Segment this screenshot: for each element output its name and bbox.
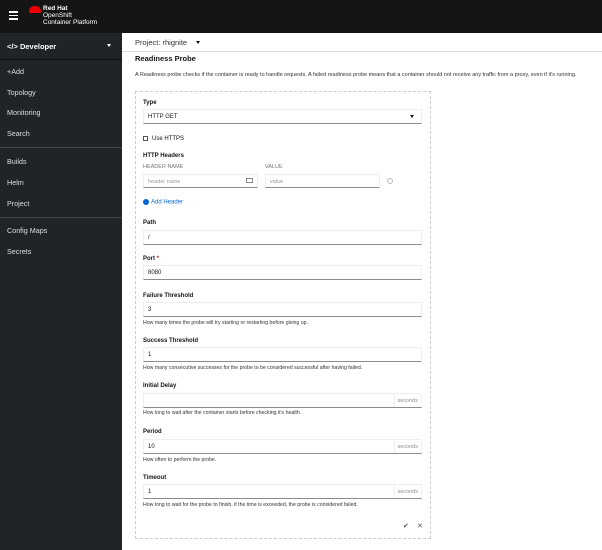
plus-circle-icon (143, 199, 149, 205)
sidebar-item-add[interactable]: +Add (7, 67, 24, 76)
port-label-text: Port (143, 256, 155, 262)
initial-delay-input[interactable]: seconds (143, 393, 422, 408)
code-icon: </> (7, 42, 20, 51)
failure-threshold-help: How many times the probe will try starti… (143, 320, 308, 326)
seconds-unit: seconds (393, 394, 422, 407)
add-header-label: Add Header (151, 199, 184, 206)
http-headers-label: HTTP Headers (143, 153, 184, 159)
cancel-close-icon[interactable]: ✕ (417, 522, 423, 530)
header-value-input[interactable]: value (265, 174, 380, 188)
keyboard-icon (246, 178, 253, 183)
seconds-unit: seconds (393, 485, 422, 498)
value-column: VALUE (265, 164, 283, 170)
brand-line2: OpenShift (43, 12, 72, 19)
caret-down-icon (196, 40, 201, 46)
sidebar-item-helm[interactable]: Helm (7, 178, 24, 187)
type-value: HTTP GET (148, 114, 178, 120)
brand-line1: Red Hat (43, 5, 68, 12)
timeout-label: Timeout (143, 475, 167, 481)
remove-header-icon[interactable] (387, 178, 393, 184)
perspective-switcher[interactable]: </> Developer (0, 33, 122, 60)
success-threshold-input[interactable]: 1 (143, 347, 422, 362)
page-title: Readiness Probe (135, 54, 196, 63)
page-description: A Readiness probe checks if the containe… (135, 72, 577, 78)
sidebar-item-search[interactable]: Search (7, 129, 30, 138)
port-label: Port * (143, 256, 159, 262)
sidebar-item-secrets[interactable]: Secrets (7, 247, 31, 256)
timeout-value: 1 (148, 489, 152, 495)
sidebar-divider (0, 147, 122, 148)
perspective-label: Developer (19, 42, 57, 51)
sidebar-item-monitoring[interactable]: Monitoring (7, 108, 41, 117)
use-https-label: Use HTTPS (152, 136, 185, 143)
use-https-checkbox[interactable]: Use HTTPS (143, 136, 184, 142)
path-input[interactable]: / (143, 230, 422, 245)
sidebar: </> Developer +Add Topology Monitoring S… (0, 33, 122, 550)
header-name-input[interactable]: header name (143, 174, 258, 188)
sidebar-item-config-maps[interactable]: Config Maps (7, 226, 47, 235)
type-label: Type (143, 100, 157, 106)
type-select[interactable]: HTTP GET (143, 109, 422, 124)
project-label: Project: rhignite (135, 38, 188, 47)
failure-threshold-label: Failure Threshold (143, 293, 194, 299)
timeout-help: How long to wait for the probe to finish… (143, 502, 358, 508)
project-selector[interactable]: Project: rhignite (122, 33, 602, 52)
header-name-column: HEADER NAME (143, 164, 184, 170)
add-header-button[interactable]: Add Header (143, 199, 183, 206)
timeout-input[interactable]: 1 seconds (143, 484, 422, 499)
sidebar-divider (0, 217, 122, 218)
required-indicator: * (156, 256, 160, 262)
sidebar-item-builds[interactable]: Builds (7, 157, 27, 166)
brand-logo[interactable]: Red Hat OpenShift Container Platform (43, 5, 97, 26)
sidebar-item-topology[interactable]: Topology (7, 88, 36, 97)
period-help: How often to perform the probe. (143, 457, 217, 463)
success-threshold-help: How many consecutive successes for the p… (143, 365, 363, 371)
brand-line3: Container Platform (43, 19, 98, 26)
value-placeholder: value (270, 179, 284, 185)
header-name-placeholder: header name (148, 179, 181, 185)
redhat-logo-icon (29, 6, 41, 13)
sidebar-item-project[interactable]: Project (7, 199, 29, 208)
period-input[interactable]: 10 seconds (143, 439, 422, 454)
masthead: Red Hat OpenShift Container Platform (0, 0, 602, 33)
initial-delay-help: How long to wait after the container sta… (143, 410, 302, 416)
path-label: Path (143, 220, 157, 226)
seconds-unit: seconds (393, 440, 422, 453)
caret-down-icon (107, 44, 111, 49)
hamburger-menu-icon[interactable] (9, 11, 18, 22)
initial-delay-label: Initial Delay (143, 383, 177, 389)
success-threshold-label: Success Threshold (143, 338, 199, 344)
port-input[interactable]: 8080 (143, 265, 422, 280)
checkbox-icon (143, 136, 148, 141)
confirm-check-icon[interactable]: ✔ (403, 522, 409, 530)
failure-threshold-input[interactable]: 3 (143, 302, 422, 317)
period-value: 10 (148, 444, 155, 450)
period-label: Period (143, 429, 162, 435)
caret-down-icon (410, 115, 414, 120)
